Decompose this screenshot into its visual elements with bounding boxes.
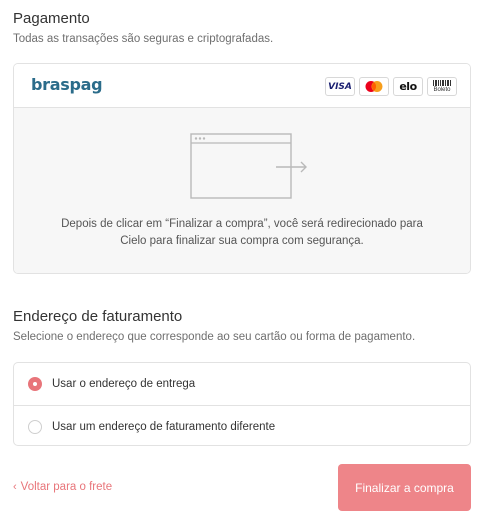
elo-icon: elo [393, 77, 423, 96]
braspag-logo: braspag [31, 75, 103, 94]
option-label: Usar um endereço de faturamento diferent… [52, 420, 276, 433]
payment-gateway-panel: braspag VISA elo Boleto Depois de clicar… [13, 63, 471, 274]
chevron-left-icon: ‹ [13, 481, 17, 493]
back-label: Voltar para o frete [20, 481, 113, 493]
visa-icon: VISA [325, 77, 355, 96]
redirect-notice: Depois de clicar em “Finalizar a compra”… [61, 218, 423, 247]
radio-selected[interactable] [28, 377, 42, 391]
option-different-billing-address[interactable]: Usar um endereço de faturamento diferent… [14, 405, 470, 445]
page-title: Pagamento [13, 10, 90, 27]
option-label: Usar o endereço de entrega [52, 378, 196, 390]
mastercard-icon [359, 77, 389, 96]
back-to-shipping-link[interactable]: ‹ Voltar para o frete [13, 481, 112, 493]
radio-unselected[interactable] [28, 419, 42, 434]
billing-address-options: Usar o endereço de entrega Usar um ender… [13, 362, 471, 446]
finish-purchase-button[interactable]: Finalizar a compra [338, 464, 471, 511]
browser-redirect-icon [190, 133, 307, 199]
card-icons: VISA elo Boleto [325, 77, 457, 96]
gateway-body: Depois de clicar em “Finalizar a compra”… [14, 108, 470, 273]
payment-subtitle: Todas as transações são seguras e cripto… [13, 33, 274, 45]
billing-subtitle: Selecione o endereço que corresponde ao … [13, 331, 416, 343]
gateway-header: braspag VISA elo Boleto [14, 64, 470, 108]
billing-title: Endereço de faturamento [13, 308, 183, 325]
option-use-shipping-address[interactable]: Usar o endereço de entrega [14, 363, 470, 405]
boleto-icon: Boleto [427, 77, 457, 96]
